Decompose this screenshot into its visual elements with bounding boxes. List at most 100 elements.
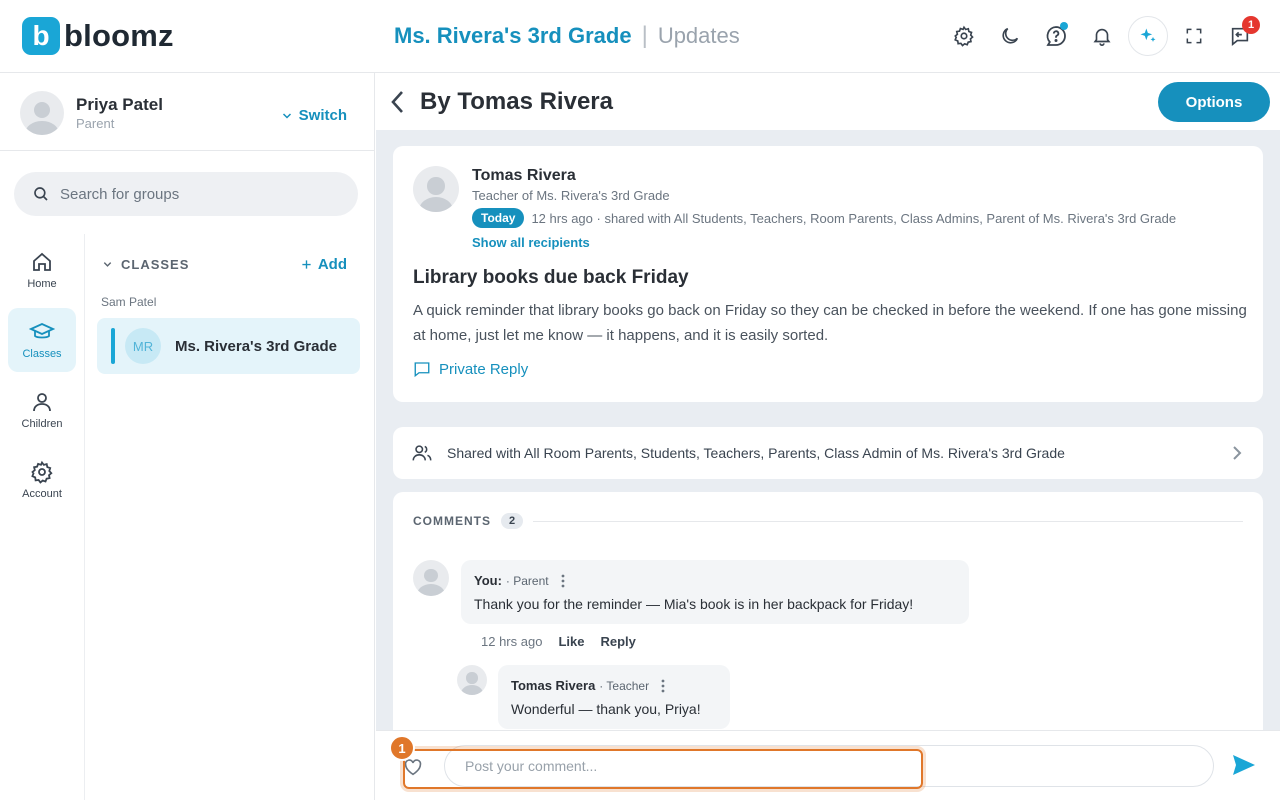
group-search-field[interactable]: Search for groups — [14, 172, 358, 216]
person-icon — [33, 393, 51, 412]
nav-children[interactable]: Children — [8, 378, 76, 442]
private-reply-button[interactable]: Private Reply — [413, 360, 528, 378]
private-reply-label: Private Reply — [439, 360, 529, 378]
settings-gear-icon[interactable] — [944, 14, 984, 58]
dark-mode-moon-icon[interactable] — [990, 14, 1030, 58]
comment-text: Thank you for the reminder — Mia's book … — [474, 596, 914, 612]
comments-header: COMMENTS 2 — [413, 513, 524, 529]
gear-icon — [31, 460, 53, 484]
post-title: Library books due back Friday — [413, 267, 689, 288]
reply-author: Tomas Rivera — [511, 678, 596, 693]
comment-header: You: · Parent — [474, 573, 565, 588]
reply-role: · Teacher — [599, 678, 650, 693]
back-arrow-icon[interactable] — [388, 89, 408, 115]
comments-heading: COMMENTS — [413, 514, 491, 528]
post-author-role: Teacher of Ms. Rivera's 3rd Grade — [472, 188, 670, 203]
toolbar-icons: 1 — [944, 14, 1260, 58]
plus-icon — [302, 260, 311, 269]
comment-author: You: — [474, 573, 502, 588]
send-icon[interactable] — [1232, 754, 1256, 776]
more-options-icon[interactable] — [661, 679, 665, 693]
nav-rail: Home Classes Children Account — [0, 234, 85, 800]
nav-account[interactable]: Account — [8, 448, 76, 512]
post-card: Tomas Rivera Teacher of Ms. Rivera's 3rd… — [393, 146, 1263, 402]
shared-with-row[interactable]: Shared with All Room Parents, Students, … — [393, 427, 1263, 479]
reply-bubble: Tomas Rivera · Teacher Wonderful — thank… — [498, 665, 730, 729]
class-name: Ms. Rivera's 3rd Grade — [175, 337, 337, 355]
reply-text: Wonderful — thank you, Priya! — [511, 701, 701, 717]
search-icon — [34, 187, 48, 201]
class-item[interactable]: MR Ms. Rivera's 3rd Grade — [97, 318, 360, 374]
comment-actions: 12 hrs ago Like Reply — [481, 634, 636, 649]
left-panel: Priya Patel Parent Switch Search for gro… — [0, 73, 375, 800]
like-button[interactable]: Like — [558, 634, 584, 649]
post-meta: Today 12 hrs ago · shared with All Stude… — [472, 208, 1176, 228]
comments-count: 2 — [501, 513, 524, 529]
messages-count-badge: 1 — [1242, 16, 1260, 34]
nav-classes-label: Classes — [22, 348, 62, 360]
home-icon — [33, 252, 51, 271]
today-badge: Today — [472, 208, 525, 228]
search-placeholder: Search for groups — [60, 185, 180, 203]
post-meta-text: 12 hrs ago · shared with All Students, T… — [531, 210, 1177, 226]
fullscreen-icon[interactable] — [1174, 14, 1214, 58]
add-class-button[interactable]: Add — [301, 256, 347, 273]
nav-classes[interactable]: Classes — [8, 308, 76, 372]
messages-inbox-icon[interactable]: 1 — [1220, 14, 1260, 58]
graduation-cap-icon — [29, 323, 55, 339]
classes-heading: CLASSES — [121, 257, 190, 272]
chevron-down-icon — [282, 112, 291, 119]
comment-input[interactable] — [444, 745, 1214, 787]
heading-separator: | — [641, 22, 648, 49]
logo-text: bloomz — [64, 18, 174, 53]
nav-children-label: Children — [21, 418, 63, 430]
shared-with-text: Shared with All Room Parents, Students, … — [447, 445, 1065, 461]
switch-account-button[interactable]: Switch — [281, 107, 347, 124]
group-context-title[interactable]: Ms. Rivera's 3rd Grade — [394, 23, 632, 49]
reply-author-avatar — [457, 665, 487, 695]
comment-bubble: You: · Parent Thank you for the reminder… — [461, 560, 969, 624]
main-content: By Tomas Rivera Options Tomas Rivera Tea… — [376, 73, 1280, 800]
show-all-recipients-link[interactable]: Show all recipients — [472, 235, 590, 250]
help-indicator-dot — [1060, 22, 1068, 30]
post-body: A quick reminder that library books go b… — [413, 302, 1247, 344]
bloomz-logo[interactable]: b bloomz — [22, 17, 174, 55]
divider — [0, 150, 375, 151]
notifications-bell-icon[interactable] — [1082, 14, 1122, 58]
more-options-icon[interactable] — [561, 574, 565, 588]
nav-home-label: Home — [27, 278, 57, 290]
active-indicator — [111, 328, 115, 364]
page-heading: Ms. Rivera's 3rd Grade | Updates — [394, 22, 740, 50]
reply-header: Tomas Rivera · Teacher — [511, 678, 665, 693]
comment-time: 12 hrs ago — [481, 634, 543, 649]
highlight-number-badge: 1 — [389, 735, 415, 761]
post-author[interactable]: Tomas Rivera — [472, 167, 576, 185]
classes-owner-label: Sam Patel — [101, 295, 157, 309]
comments-divider — [533, 521, 1243, 522]
comment-role: · Parent — [505, 573, 549, 588]
reply-button[interactable]: Reply — [600, 634, 635, 649]
heart-icon[interactable] — [403, 758, 423, 776]
classes-section-toggle[interactable]: CLASSES — [102, 257, 189, 272]
commenter-avatar — [413, 560, 449, 596]
top-bar: b bloomz Ms. Rivera's 3rd Grade | Update… — [0, 0, 1280, 73]
add-class-label: Add — [317, 256, 347, 273]
user-avatar — [20, 91, 64, 135]
author-avatar — [413, 166, 459, 212]
help-chat-icon[interactable] — [1036, 14, 1076, 58]
ai-sparkle-icon[interactable] — [1128, 16, 1168, 56]
comment-composer: 1 — [376, 730, 1280, 800]
chat-bubble-icon — [414, 362, 430, 378]
switch-label: Switch — [298, 107, 347, 124]
chevron-down-icon — [103, 262, 112, 267]
user-role: Parent — [76, 116, 115, 131]
post-view-title: By Tomas Rivera — [420, 88, 613, 115]
nav-home[interactable]: Home — [8, 238, 76, 302]
user-name: Priya Patel — [76, 95, 163, 114]
nav-account-label: Account — [22, 488, 62, 500]
people-icon — [412, 445, 432, 461]
current-user: Priya Patel Parent — [20, 91, 163, 135]
logo-badge: b — [22, 17, 60, 55]
chevron-right-icon — [1233, 446, 1242, 460]
options-button[interactable]: Options — [1158, 82, 1270, 122]
